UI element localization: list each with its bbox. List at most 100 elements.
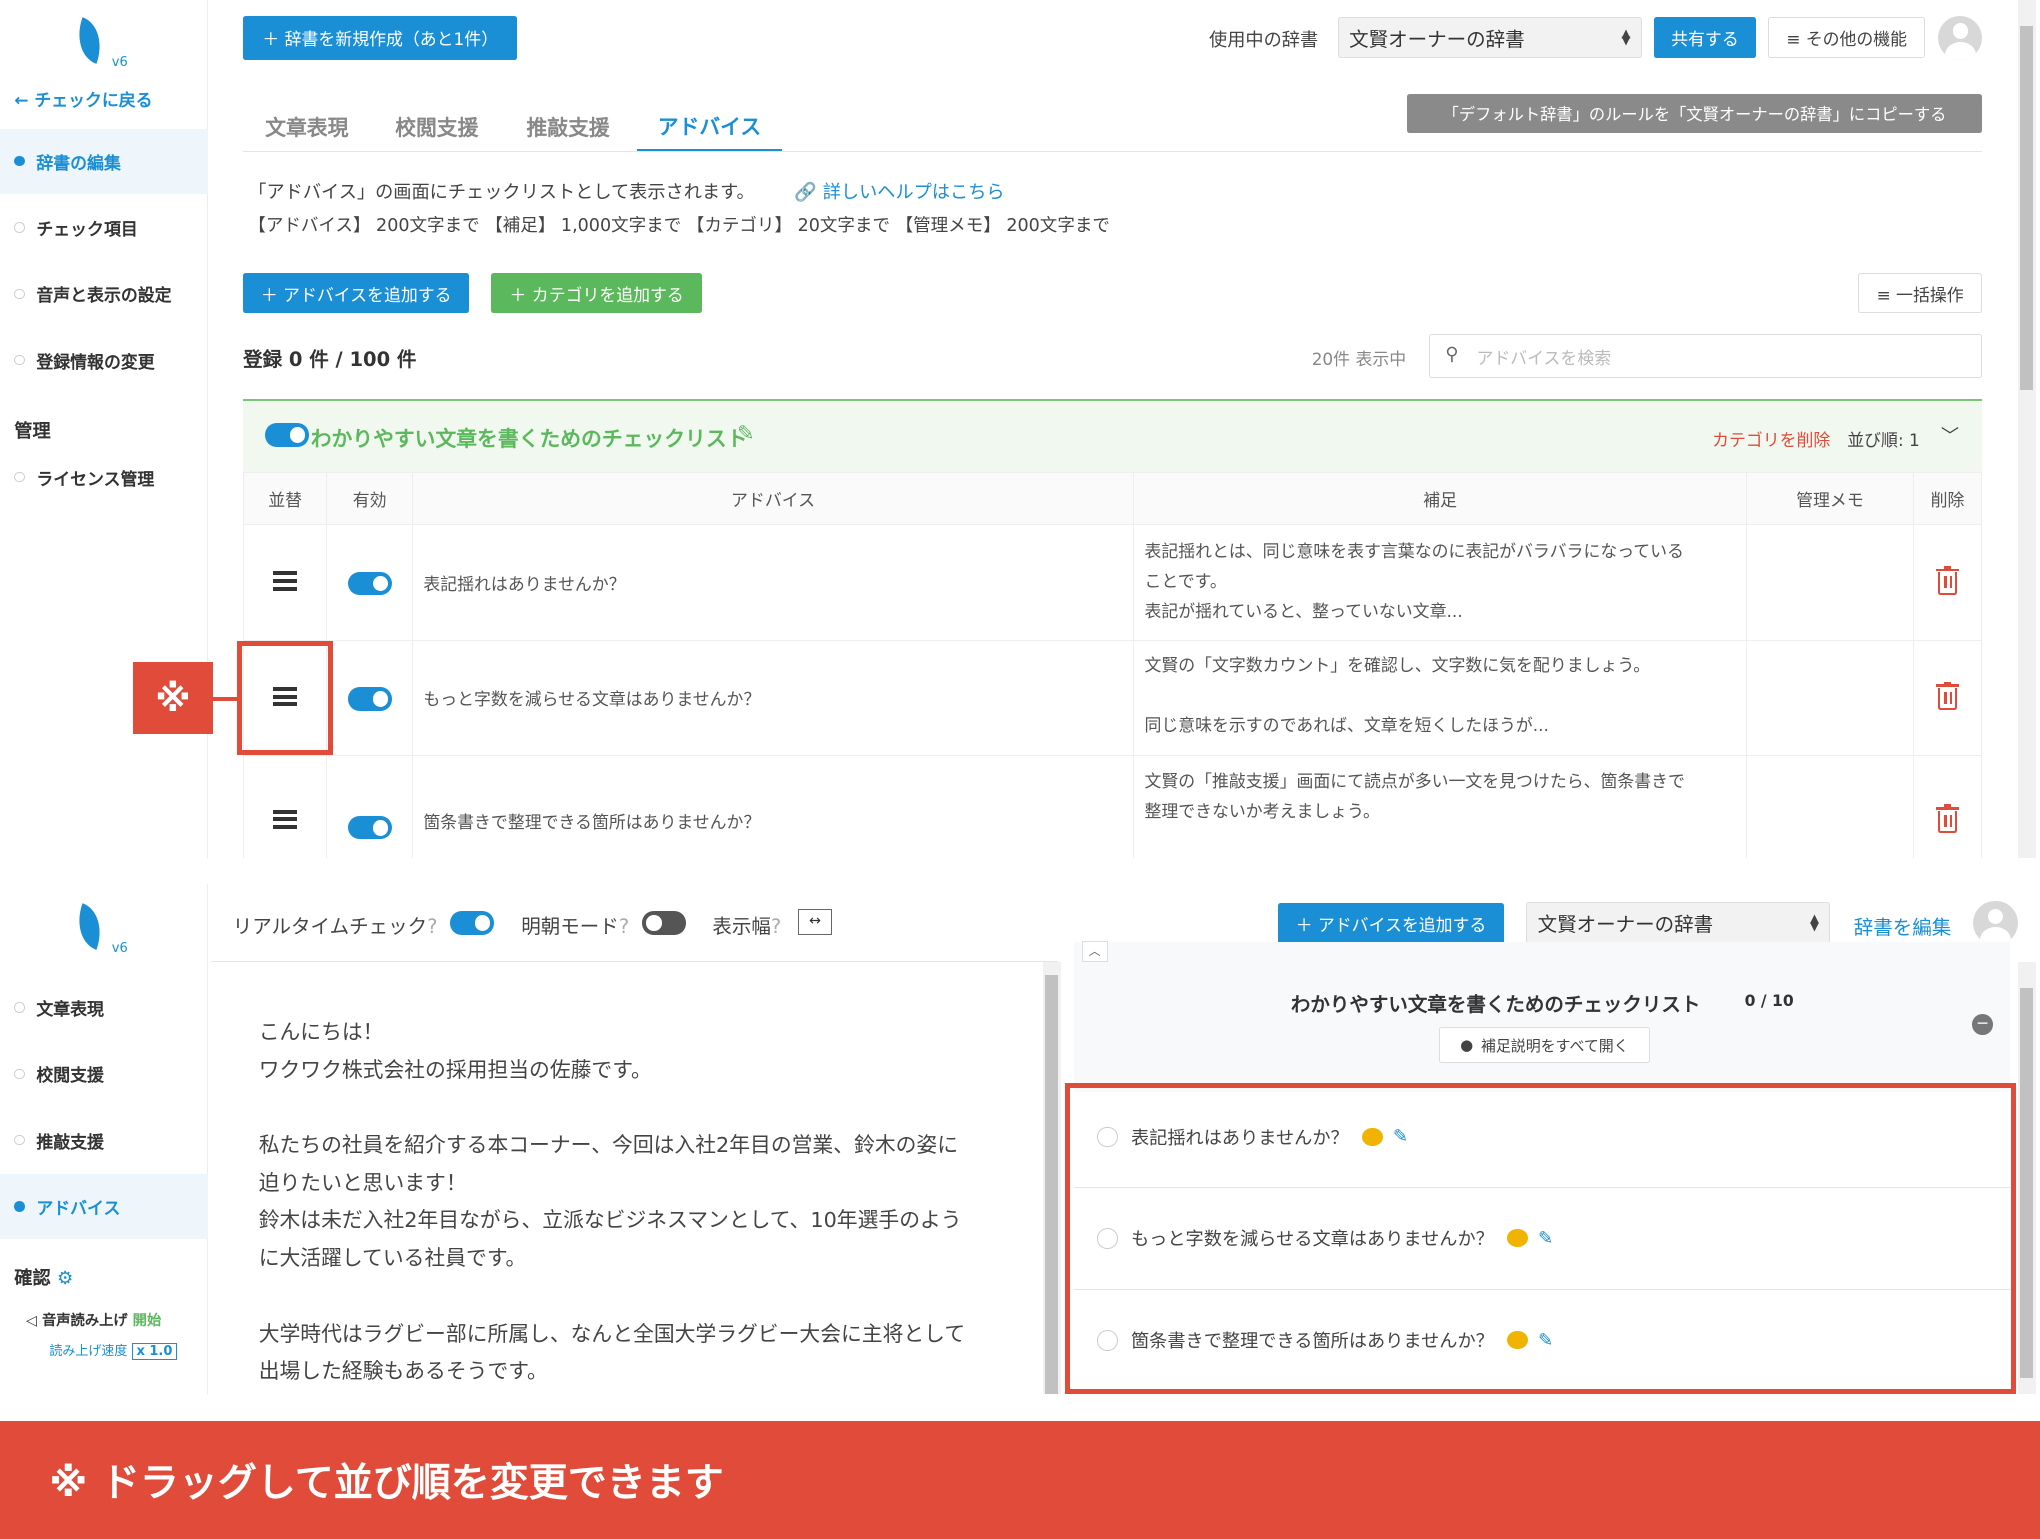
help-icon[interactable]: ? [771, 915, 781, 938]
delete-cell[interactable] [1912, 523, 1983, 641]
trash-icon[interactable] [1935, 804, 1960, 834]
sidebar-item-account[interactable]: 登録情報の変更 [0, 328, 208, 393]
trash-icon[interactable] [1935, 681, 1960, 711]
dictionary-select[interactable]: 文賢オーナーの辞書 ▲ ▼ [1526, 902, 1831, 944]
note-cell[interactable]: 文賢の「文字数カウント」を確認し、文字数に気を配りましょう。 同じ意味を示すのであ… [1133, 639, 1748, 757]
chevron-down-icon[interactable]: ﹀ [1941, 422, 1959, 448]
expand-all-button[interactable]: ● 補足説明をすべて開く [1439, 1026, 1650, 1064]
editor-scrollbar[interactable] [1042, 961, 1061, 1394]
note-cell[interactable]: 表記揺れとは、同じ意味を表す言葉なのに表記がバラバラになっている ことです。 表記が… [1133, 523, 1748, 641]
text-line: 大学時代はラグビー部に所属し、なんと全国大学ラグビー大会に主将として [258, 1321, 966, 1346]
more-features-button[interactable]: ≡ その他の機能 [1767, 16, 1926, 59]
bright-mode-toggle[interactable] [642, 911, 687, 935]
app-logo: v6 [69, 903, 128, 956]
help-icon[interactable]: ? [427, 915, 437, 938]
scrollbar[interactable] [2017, 0, 2036, 858]
dictionary-select[interactable]: 文賢オーナーの辞書 ▲ ▼ [1337, 16, 1642, 59]
leaf-icon [69, 17, 110, 64]
memo-cell[interactable] [1746, 523, 1914, 641]
avatar[interactable] [1938, 15, 1983, 60]
marker-tag: ※ [132, 661, 214, 735]
delete-cell[interactable] [1912, 755, 1983, 858]
drag-handle[interactable] [243, 755, 328, 858]
tab-expression[interactable]: 文章表現 [265, 101, 348, 150]
category-toggle[interactable] [265, 423, 310, 447]
enabled-toggle[interactable] [348, 687, 393, 711]
note-cell[interactable]: 文賢の「推敲支援」画面にて読点が多い一文を見つけたら、箇条書きで 整理できないか考… [1133, 755, 1748, 858]
sidebar-item-expression[interactable]: 文章表現 [0, 975, 208, 1040]
add-advice-button[interactable]: ＋ アドバイスを追加する [1277, 903, 1505, 944]
sidebar-item-label: 推敲支援 [36, 1131, 104, 1152]
pencil-icon[interactable]: ✎ [737, 421, 754, 445]
collapse-panel-icon[interactable]: ︿ [1081, 941, 1108, 962]
drag-handle[interactable] [243, 523, 328, 641]
delete-category-link[interactable]: カテゴリを削除 [1712, 426, 1830, 451]
editor-text[interactable]: こんにちは！ ワクワク株式会社の採用担当の佐藤です。 私たちの社員を紹介する本コ… [259, 1014, 965, 1391]
help-link[interactable]: 🔗 詳しいヘルプはこちら [794, 178, 1004, 204]
tab-proofreading[interactable]: 校閲支援 [395, 101, 478, 150]
realtime-toggle[interactable] [449, 911, 494, 935]
memo-cell[interactable] [1746, 639, 1914, 757]
advice-text[interactable]: もっと字数を減らせる文章はありませんか？ [411, 639, 1135, 757]
tts-control[interactable]: ◁ 音声読み上げ 開始 [26, 1309, 161, 1330]
tts-speed-value[interactable]: x 1.0 [131, 1343, 178, 1361]
sidebar-item-label: 文章表現 [36, 998, 104, 1019]
sidebar-item-label: 登録情報の変更 [36, 351, 155, 372]
delete-cell[interactable] [1912, 639, 1983, 757]
category-header: わかりやすい文章を書くためのチェックリスト ✎ カテゴリを削除 並び順: 1 ﹀ [243, 399, 1983, 472]
advice-scrollbar[interactable] [2017, 961, 2036, 1394]
drag-handle-icon [273, 571, 297, 591]
tts-speed-label: 読み上げ速度 [49, 1344, 128, 1360]
new-dictionary-button[interactable]: ＋ 辞書を新規作成（あと1件） [243, 15, 518, 60]
sidebar-item-edit-dictionary[interactable]: 辞書の編集 [0, 128, 208, 194]
header-memo: 管理メモ [1746, 471, 1914, 525]
add-category-button[interactable]: ＋ カテゴリを追加する [491, 273, 702, 314]
width-label: 表示幅 [712, 914, 771, 938]
width-toggle-icon[interactable]: ↔ [798, 908, 832, 935]
bullet-icon [14, 1201, 25, 1212]
select-arrows-icon: ▲ ▼ [1621, 25, 1631, 48]
sidebar-item-license[interactable]: ライセンス管理 [0, 445, 208, 510]
dictionary-edit-screen: v6 ← チェックに戻る 辞書の編集 チェック項目 音声と表示の設定 登録情報の… [0, 0, 2040, 858]
dict-in-use-label: 使用中の辞書 [1209, 30, 1319, 51]
back-to-check-link[interactable]: ← チェックに戻る [14, 86, 152, 111]
advice-text[interactable]: 箇条書きで整理できる箇所はありませんか？ [411, 755, 1135, 858]
trash-icon[interactable] [1935, 565, 1960, 595]
sidebar-item-proofreading[interactable]: 校閲支援 [0, 1041, 208, 1106]
edit-dictionary-link[interactable]: 辞書を編集 [1854, 911, 1952, 940]
confirm-heading: 確認 ⚙ [14, 1264, 73, 1290]
registered-count: 登録 0 件 / 100 件 [243, 348, 417, 372]
bullet-icon [14, 471, 25, 483]
dictionary-select-value: 文賢オーナーの辞書 [1349, 28, 1525, 52]
table-row: もっと字数を減らせる文章はありませんか？ 文賢の「文字数カウント」を確認し、文字… [243, 639, 1983, 757]
advice-text[interactable]: 表記揺れはありませんか？ [411, 523, 1135, 641]
tts-start[interactable]: 開始 [133, 1313, 162, 1329]
share-button[interactable]: 共有する [1653, 16, 1757, 59]
sidebar-item-check-items[interactable]: チェック項目 [0, 195, 208, 260]
sidebar-item-voice-display[interactable]: 音声と表示の設定 [0, 261, 208, 326]
enabled-toggle[interactable] [348, 571, 393, 596]
sidebar-item-advice[interactable]: アドバイス [0, 1173, 208, 1239]
help-icon[interactable]: ? [619, 915, 629, 938]
enabled-toggle[interactable] [348, 816, 393, 840]
drag-handle-icon [273, 809, 297, 830]
copy-rules-button[interactable]: 「デフォルト辞書」のルールを「文賢オーナーの辞書」にコピーする [1406, 93, 1983, 133]
search-input[interactable]: ⚲ アドバイスを検索 [1428, 334, 1983, 379]
bullet-icon [14, 222, 25, 233]
tab-advice[interactable]: アドバイス [637, 101, 782, 151]
sidebar-item-polishing[interactable]: 推敲支援 [0, 1108, 208, 1173]
note-line: 表記揺れとは、同じ意味を表す言葉なのに表記がバラバラになっている [1144, 541, 1684, 562]
speaker-icon: ◁ [26, 1313, 42, 1330]
select-arrows-icon: ▲ ▼ [1809, 911, 1819, 933]
bright-label: 明朝モード [521, 914, 619, 938]
tab-polishing[interactable]: 推敲支援 [527, 101, 610, 150]
bulk-operations-button[interactable]: ≡ 一括操作 [1857, 273, 1983, 314]
confirm-label: 確認 [14, 1267, 51, 1289]
gear-icon[interactable]: ⚙ [57, 1268, 73, 1289]
memo-cell[interactable] [1746, 755, 1914, 858]
avatar[interactable] [1973, 900, 2018, 946]
add-advice-button[interactable]: ＋ アドバイスを追加する [243, 273, 470, 314]
bullet-icon [14, 354, 25, 366]
marker-connector [213, 696, 237, 701]
minus-icon[interactable]: − [1972, 1013, 1993, 1035]
